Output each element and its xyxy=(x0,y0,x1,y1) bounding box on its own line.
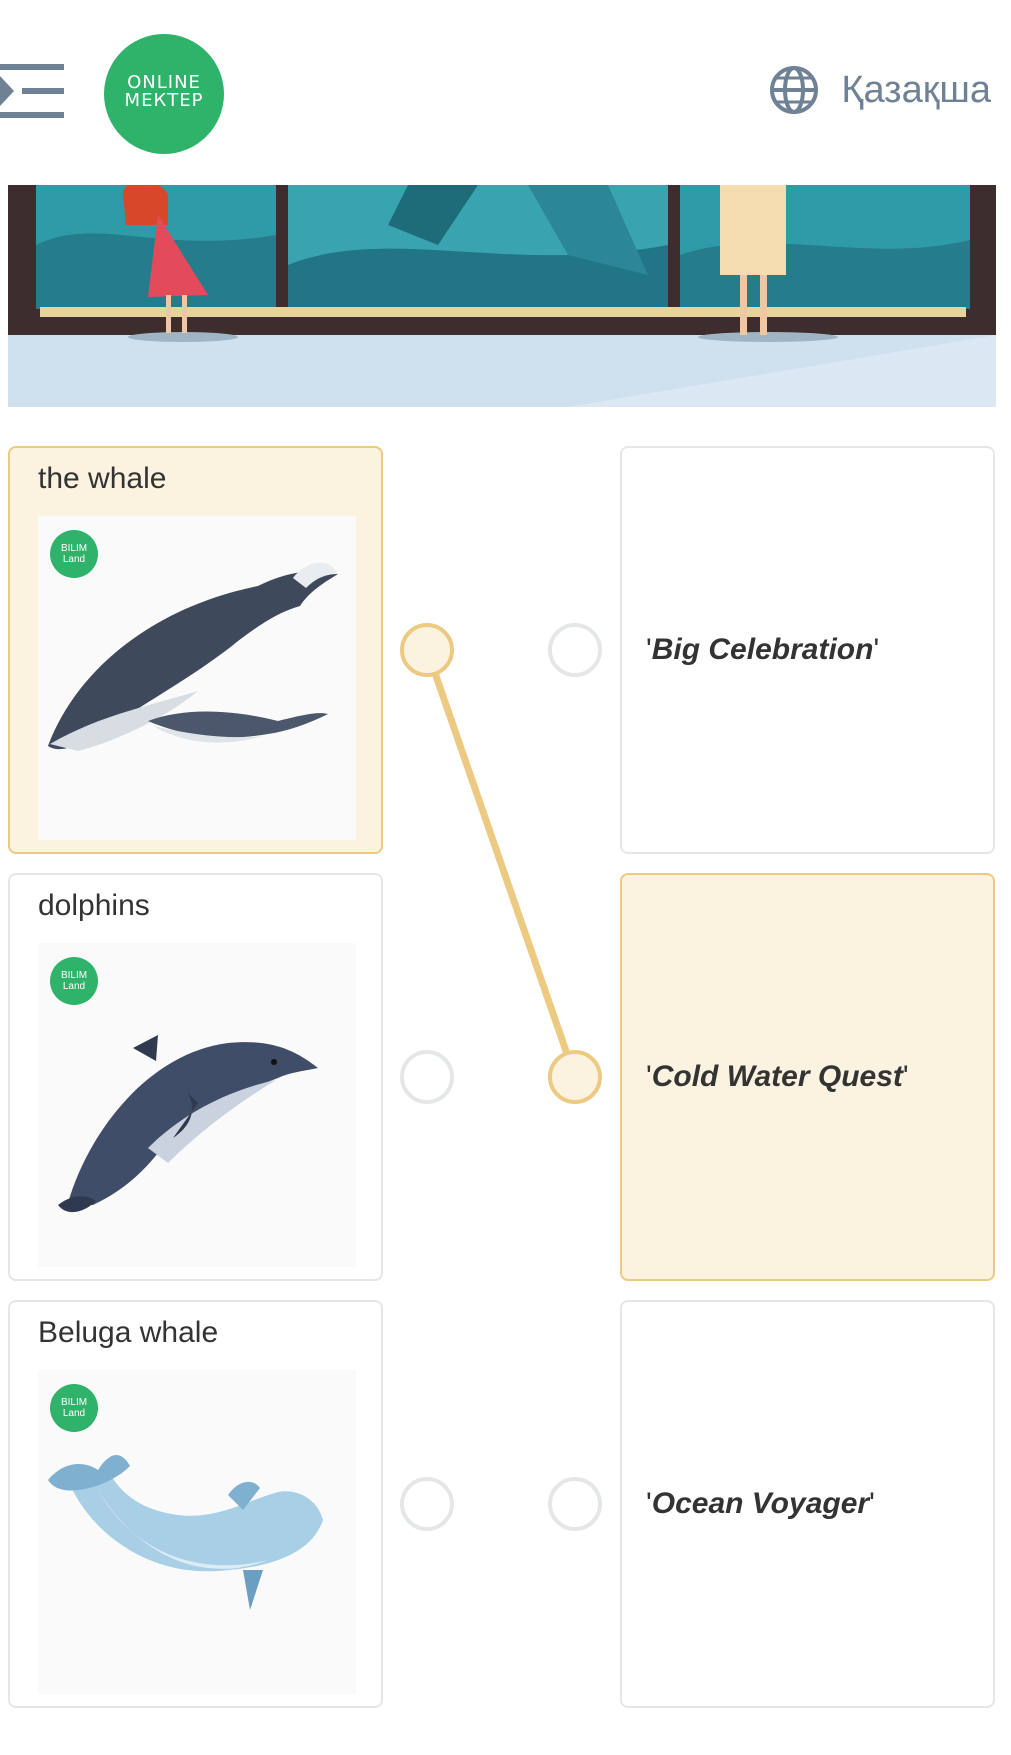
answer-text: 'Big Celebration' xyxy=(646,633,880,666)
right-connector-dot-1[interactable] xyxy=(548,623,602,677)
match-item-the-whale[interactable]: the whale BILIM Land xyxy=(8,446,383,854)
answer-text: 'Ocean Voyager' xyxy=(646,1487,875,1520)
match-answer-big-celebration[interactable]: 'Big Celebration' xyxy=(620,446,995,854)
item-title: dolphins xyxy=(38,889,150,922)
bilimland-badge: BILIM Land xyxy=(50,1384,98,1432)
match-answer-cold-water-quest[interactable]: 'Cold Water Quest' xyxy=(620,873,995,1281)
match-answer-ocean-voyager[interactable]: 'Ocean Voyager' xyxy=(620,1300,995,1708)
bilimland-badge: BILIM Land xyxy=(50,957,98,1005)
bilimland-badge: BILIM Land xyxy=(50,530,98,578)
dolphin-image: BILIM Land xyxy=(38,943,356,1267)
connection-line xyxy=(423,646,579,1081)
answer-text: 'Cold Water Quest' xyxy=(646,1060,909,1093)
right-connector-dot-2[interactable] xyxy=(548,1050,602,1104)
left-connector-dot-1[interactable] xyxy=(400,623,454,677)
humpback-whales-image: BILIM Land xyxy=(38,516,356,840)
item-title: the whale xyxy=(38,462,167,495)
left-connector-dot-2[interactable] xyxy=(400,1050,454,1104)
match-item-beluga-whale[interactable]: Beluga whale BILIM Land xyxy=(8,1300,383,1708)
item-title: Beluga whale xyxy=(38,1316,219,1349)
right-connector-dot-3[interactable] xyxy=(548,1477,602,1531)
match-item-dolphins[interactable]: dolphins BILIM Land xyxy=(8,873,383,1281)
beluga-whale-image: BILIM Land xyxy=(38,1370,356,1694)
left-connector-dot-3[interactable] xyxy=(400,1477,454,1531)
